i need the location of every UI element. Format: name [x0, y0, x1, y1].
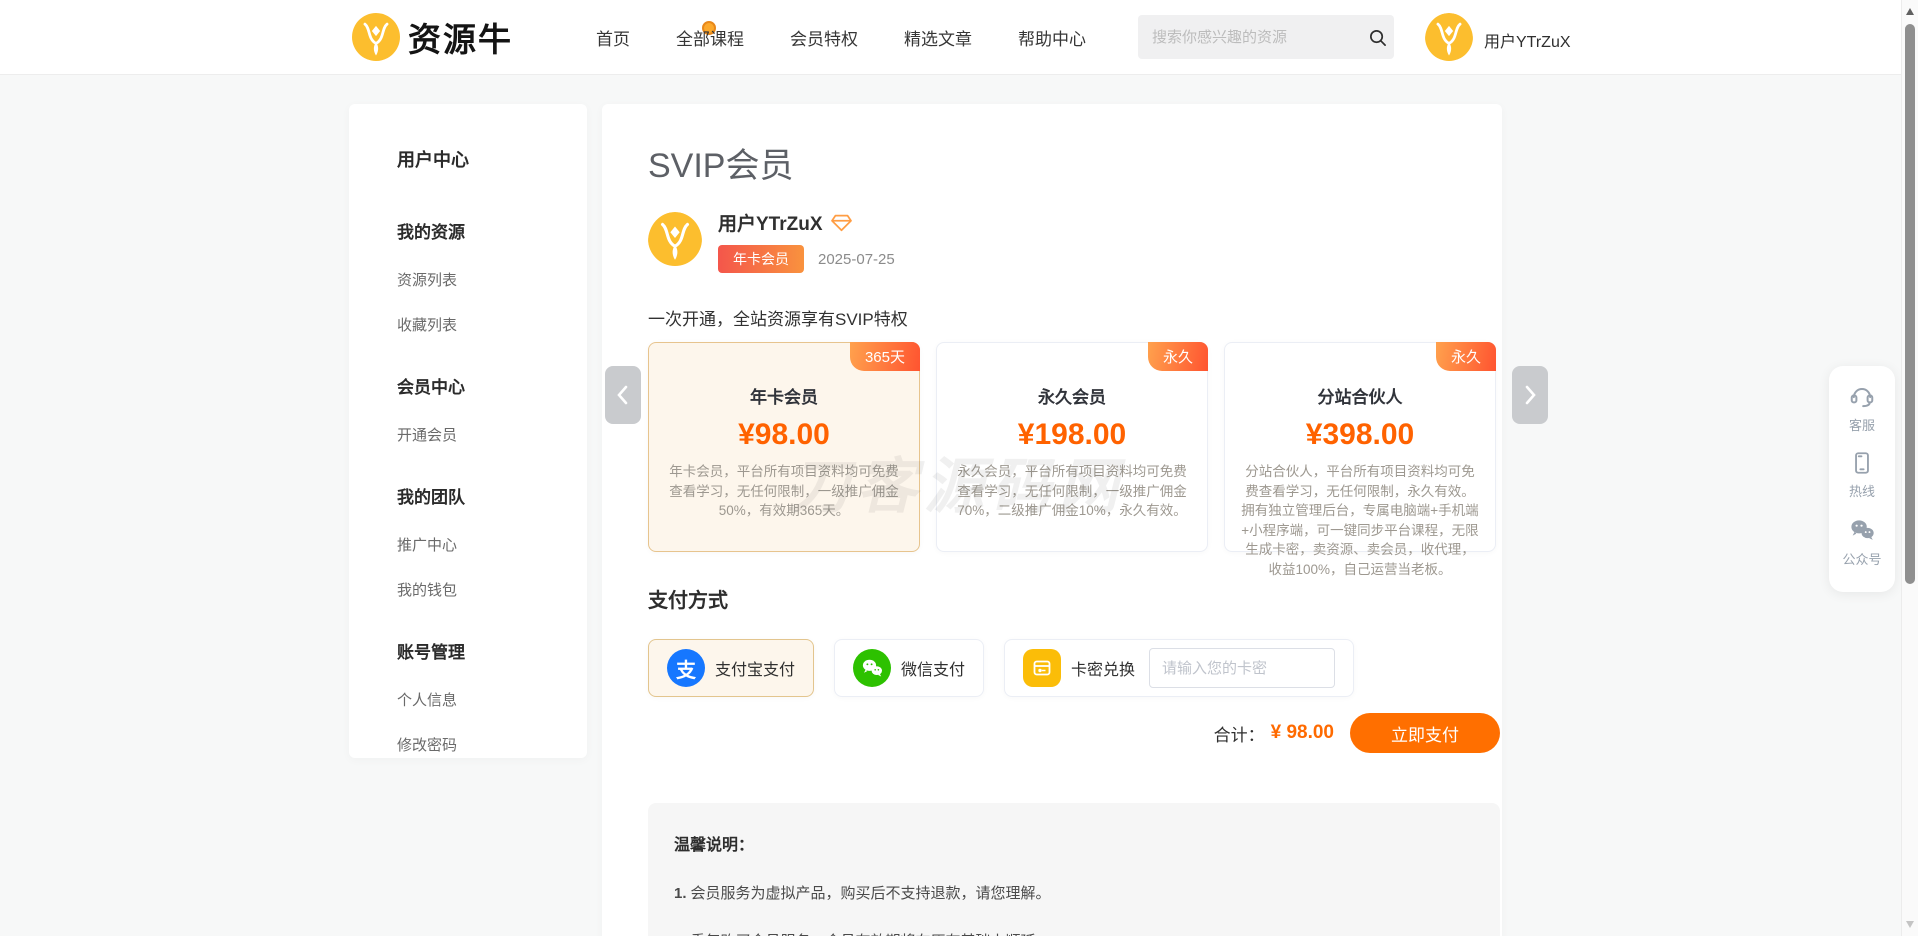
logo-icon: [352, 13, 400, 61]
wechat-official-icon: [1848, 516, 1876, 544]
pay-now-button[interactable]: 立即支付: [1350, 713, 1500, 753]
nav-item-articles[interactable]: 精选文章: [904, 25, 972, 50]
plan-description: 分站合伙人，平台所有项目资料均可免费查看学习，无任何限制，永久有效。拥有独立管理…: [1241, 462, 1479, 579]
plan-description: 永久会员，平台所有项目资料均可免费查看学习，无任何限制，一级推广佣金70%，二级…: [953, 462, 1191, 521]
chevron-right-icon: [1522, 383, 1538, 407]
sidebar-section-my-resources: 我的资源: [397, 218, 587, 243]
sidebar-title: 用户中心: [397, 146, 587, 172]
sidebar-item-favorites-list[interactable]: 收藏列表: [397, 314, 587, 335]
note-item: 2.重复购买会员服务，会员有效期将在原有基础上顺延。: [674, 930, 1474, 936]
plan-tag-badge: 永久: [1436, 342, 1496, 371]
pay-option-alipay[interactable]: 支 支付宝支付: [648, 639, 814, 697]
sidebar-item-profile[interactable]: 个人信息: [397, 689, 587, 710]
search-bar: [1138, 15, 1394, 59]
plan-card-partner[interactable]: 永久 分站合伙人 ¥398.00 分站合伙人，平台所有项目资料均可免费查看学习，…: [1224, 342, 1496, 552]
plan-name: 分站合伙人: [1241, 383, 1479, 408]
search-icon[interactable]: [1361, 15, 1394, 59]
carousel-next-button[interactable]: [1512, 366, 1548, 424]
main-nav: 首页 全部课程 会员特权 精选文章 帮助中心: [596, 0, 1086, 74]
svip-panel: SVIP会员 用户YTrZuX 年卡会员 2025-07-25 一次开通，全站: [602, 104, 1502, 936]
checkout-row: 合计： ¥ 98.00 立即支付: [648, 713, 1500, 753]
svip-slogan: 一次开通，全站资源享有SVIP特权: [648, 305, 1502, 330]
plan-tag-badge: 永久: [1148, 342, 1208, 371]
plan-description: 年卡会员，平台所有项目资料均可免费查看学习，无任何限制，一级推广佣金50%，有效…: [665, 462, 903, 521]
pay-option-cardkey[interactable]: 卡密兑换: [1004, 639, 1354, 697]
plan-card-annual[interactable]: 365天 年卡会员 ¥98.00 年卡会员，平台所有项目资料均可免费查看学习，无…: [648, 342, 920, 552]
payment-heading: 支付方式: [648, 584, 1502, 613]
notes-box: 温馨说明： 1.会员服务为虚拟产品，购买后不支持退款，请您理解。 2.重复购买会…: [648, 803, 1500, 936]
user-summary: 用户YTrZuX 年卡会员 2025-07-25: [648, 209, 1502, 273]
member-expire-date: 2025-07-25: [818, 251, 895, 268]
page-scrollbar[interactable]: [1901, 0, 1918, 936]
sidebar-item-open-membership[interactable]: 开通会员: [397, 424, 587, 445]
member-name: 用户YTrZuX: [718, 209, 823, 236]
nav-item-help[interactable]: 帮助中心: [1018, 25, 1086, 50]
top-navbar: 资源牛 首页 全部课程 会员特权 精选文章 帮助中心 用户YTrZuX: [0, 0, 1901, 74]
alipay-icon: 支: [667, 649, 705, 687]
sidebar-item-change-password[interactable]: 修改密码: [397, 734, 587, 755]
logo[interactable]: 资源牛: [352, 13, 513, 61]
chevron-left-icon: [615, 383, 631, 407]
plan-carousel: 365天 年卡会员 ¥98.00 年卡会员，平台所有项目资料均可免费查看学习，无…: [648, 342, 1496, 552]
nav-item-home[interactable]: 首页: [596, 25, 630, 50]
plan-tag-badge: 365天: [850, 342, 920, 371]
search-input[interactable]: [1138, 15, 1361, 59]
plan-name: 永久会员: [953, 383, 1191, 408]
vip-diamond-icon: [831, 213, 852, 232]
nav-item-vip[interactable]: 会员特权: [790, 25, 858, 50]
plan-price: ¥98.00: [665, 418, 903, 452]
float-item-hotline[interactable]: 热线: [1849, 450, 1875, 500]
sidebar-item-promotion-center[interactable]: 推广中心: [397, 534, 587, 555]
sidebar-item-resource-list[interactable]: 资源列表: [397, 269, 587, 290]
sidebar-section-my-team: 我的团队: [397, 483, 587, 508]
sidebar-item-my-wallet[interactable]: 我的钱包: [397, 579, 587, 600]
wechat-pay-icon: [853, 649, 891, 687]
total-value: ¥ 98.00: [1271, 722, 1334, 744]
headset-icon: [1848, 382, 1876, 410]
sidebar-section-member-center: 会员中心: [397, 373, 587, 398]
note-item: 1.会员服务为虚拟产品，购买后不支持退款，请您理解。: [674, 882, 1474, 903]
logo-text: 资源牛: [408, 13, 513, 61]
page-title: SVIP会员: [648, 138, 1502, 187]
nav-item-courses[interactable]: 全部课程: [676, 25, 744, 50]
contact-float-bar: 客服 热线 公众号: [1829, 366, 1895, 592]
payment-methods: 支 支付宝支付 微信支付: [648, 639, 1502, 697]
plan-price: ¥398.00: [1241, 418, 1479, 452]
cardkey-icon: [1023, 649, 1061, 687]
float-item-official-account[interactable]: 公众号: [1842, 516, 1881, 568]
pay-option-wechat[interactable]: 微信支付: [834, 639, 984, 697]
cardkey-input[interactable]: [1149, 648, 1335, 688]
float-item-support[interactable]: 客服: [1848, 382, 1876, 434]
scroll-down-arrow-icon[interactable]: [1906, 921, 1914, 928]
carousel-prev-button[interactable]: [605, 366, 641, 424]
notes-title: 温馨说明：: [674, 831, 1474, 855]
sidebar-section-account: 账号管理: [397, 638, 587, 663]
scrollbar-thumb[interactable]: [1905, 24, 1915, 584]
user-menu[interactable]: 用户YTrZuX: [1425, 13, 1571, 66]
member-level-badge: 年卡会员: [718, 245, 804, 273]
mobile-phone-icon: [1849, 450, 1875, 476]
scroll-up-arrow-icon[interactable]: [1906, 8, 1914, 15]
user-name: 用户YTrZuX: [1484, 28, 1571, 52]
total-label: 合计：: [1214, 721, 1265, 746]
plan-name: 年卡会员: [665, 383, 903, 408]
member-avatar: [648, 212, 702, 271]
user-center-sidebar: 用户中心 我的资源 资源列表 收藏列表 会员中心 开通会员 我的团队 推广中心 …: [349, 104, 587, 758]
plan-card-lifetime[interactable]: 永久 永久会员 ¥198.00 永久会员，平台所有项目资料均可免费查看学习，无任…: [936, 342, 1208, 552]
user-avatar: [1425, 13, 1473, 66]
plan-price: ¥198.00: [953, 418, 1191, 452]
